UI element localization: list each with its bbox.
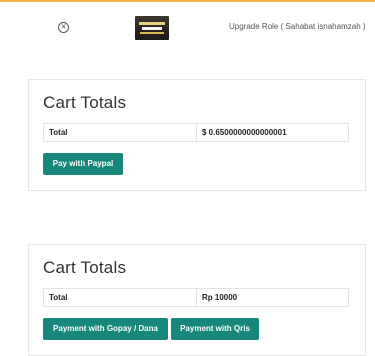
cart-totals-rupiah: Cart Totals Total Rp 10000 Payment with … <box>28 244 366 356</box>
totals-table: Total $ 0.6500000000000001 <box>43 123 349 142</box>
cart-totals-paypal: Cart Totals Total $ 0.6500000000000001 P… <box>28 79 366 191</box>
total-value: $ 0.6500000000000001 <box>202 128 287 137</box>
site-logo[interactable] <box>135 16 169 40</box>
total-label: Total <box>44 289 197 306</box>
total-value: Rp 10000 <box>202 293 238 302</box>
card-title: Cart Totals <box>43 93 127 112</box>
total-label: Total <box>44 124 197 141</box>
totals-table: Total Rp 10000 <box>43 288 349 307</box>
card-title: Cart Totals <box>43 258 127 277</box>
header: ✕ Upgrade Role ( Sahabat isnahamzah ) <box>0 2 375 50</box>
close-icon[interactable]: ✕ <box>58 22 69 33</box>
pay-qris-button[interactable]: Payment with Qris <box>171 318 259 340</box>
pay-with-paypal-button[interactable]: Pay with Paypal <box>43 153 123 175</box>
upgrade-role-link[interactable]: Upgrade Role ( Sahabat isnahamzah ) <box>229 22 366 31</box>
pay-gopay-dana-button[interactable]: Payment with Gopay / Dana <box>43 318 168 340</box>
